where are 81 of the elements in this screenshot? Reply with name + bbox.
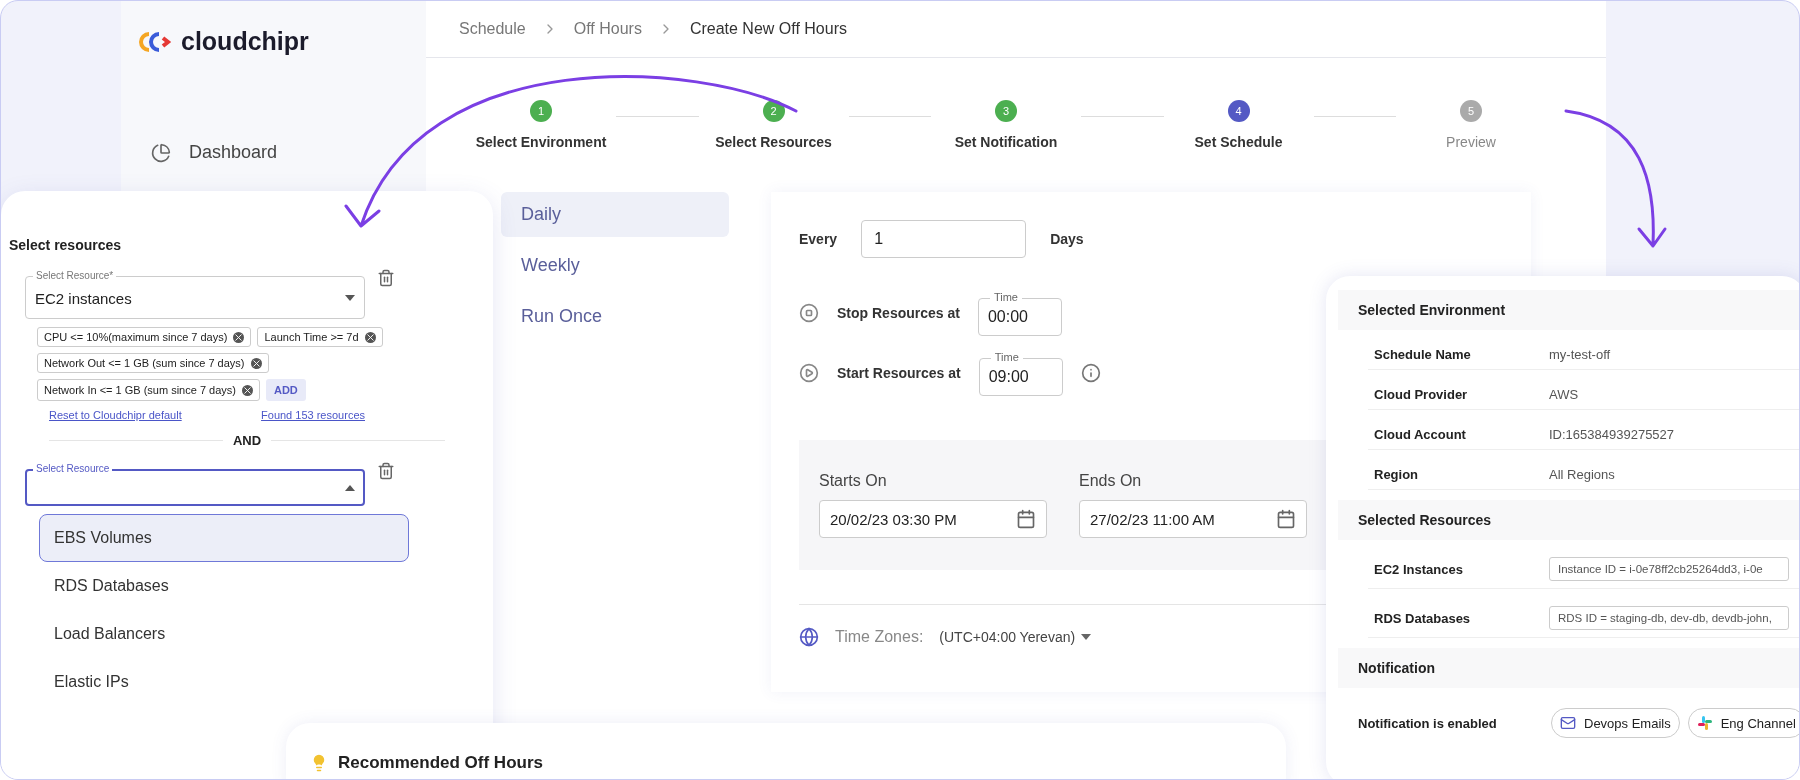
dropdown-option[interactable]: Elastic IPs — [39, 658, 409, 706]
row-value: my-test-off — [1549, 347, 1611, 362]
step-label: Select Resources — [715, 134, 832, 150]
field-label: Every — [799, 231, 838, 247]
caret-icon — [1081, 634, 1092, 640]
logo-icon — [139, 29, 173, 54]
remove-icon[interactable] — [364, 331, 376, 343]
action-label: Start Resources at — [837, 365, 961, 381]
date-field[interactable]: 20/02/23 03:30 PM — [819, 500, 1047, 538]
row-label: RDS Databases — [1374, 610, 1472, 626]
row-label: Cloud Provider — [1374, 387, 1469, 402]
schedule-tab[interactable]: Run Once — [501, 294, 729, 339]
step-label: Preview — [1446, 134, 1496, 150]
input-field[interactable]: 1 — [861, 220, 1027, 258]
row-label: Region — [1374, 467, 1420, 482]
section-title: Selected Environment — [1338, 290, 1799, 330]
card-title: Recommended Off Hours — [338, 753, 543, 773]
play-icon — [799, 363, 819, 383]
unit-label: Days — [1050, 231, 1084, 247]
section-title: Notification — [1338, 648, 1799, 688]
resource-select[interactable]: Select Resource* EC2 instances — [25, 269, 365, 319]
add-button[interactable]: ADD — [265, 379, 306, 401]
step-number: 1 — [530, 100, 552, 122]
dropdown-option[interactable]: EBS Volumes — [39, 514, 409, 562]
date-label: Starts On — [819, 472, 888, 490]
trash-icon — [377, 462, 395, 480]
step-number: 4 — [1227, 100, 1250, 122]
time-zone-label: Time Zones: — [835, 628, 924, 646]
row-label: Cloud Account — [1374, 427, 1467, 442]
caret-icon — [345, 295, 355, 301]
schedule-tab[interactable]: Daily — [501, 192, 729, 237]
row-value: ID:165384939275527 — [1549, 427, 1675, 442]
breadcrumb-item[interactable]: Schedule — [459, 20, 526, 38]
remove-icon[interactable] — [233, 331, 245, 343]
notification-status: Notification is enabled — [1358, 715, 1498, 731]
step-label: Set Schedule — [1194, 134, 1283, 150]
schedule-tab[interactable]: Weekly — [501, 243, 729, 288]
step-number: 5 — [1460, 100, 1482, 122]
breadcrumb-item[interactable]: Off Hours — [573, 20, 642, 38]
time-zone-select[interactable]: (UTC+04:00 Yerevan) — [939, 629, 1092, 645]
and-separator: AND — [232, 433, 262, 448]
step-label: Select Environment — [475, 134, 607, 150]
step-number: 2 — [762, 100, 785, 122]
step-number: 3 — [995, 100, 1017, 122]
value-field: Instance ID = i-0e78ff2cb25264dd3, i-0e — [1549, 557, 1789, 581]
date-label: Ends On — [1079, 472, 1143, 490]
value-field: RDS ID = staging-db, dev-db, devdb-john, — [1549, 606, 1789, 630]
card-title: Select resources — [9, 237, 123, 253]
resource-select[interactable]: Select Resource — [25, 462, 365, 506]
dropdown-option[interactable]: RDS Databases — [39, 562, 409, 610]
time-field[interactable]: Time 00:00 — [977, 290, 1062, 336]
hash-icon — [1696, 715, 1713, 731]
dropdown-option[interactable]: Load Balancers — [39, 610, 409, 658]
filter-chip[interactable]: Network In <= 1 GB (sum since 7 days) — [37, 379, 260, 401]
remove-icon[interactable] — [241, 384, 253, 396]
section-title: Selected Resources — [1338, 500, 1799, 540]
reset-link[interactable]: Reset to Cloudchipr default — [49, 409, 182, 421]
pie-chart-icon — [151, 142, 171, 163]
found-resources-link[interactable]: Found 153 resources — [261, 409, 365, 421]
calendar-icon — [1016, 509, 1036, 529]
logo-text: cloudchipr — [181, 27, 309, 56]
row-label: Schedule Name — [1374, 347, 1472, 362]
remove-icon[interactable] — [250, 357, 262, 369]
action-label: Stop Resources at — [837, 305, 960, 321]
filter-chip[interactable]: Network Out <= 1 GB (sum since 7 days) — [37, 353, 269, 373]
globe-icon — [799, 627, 819, 647]
time-field[interactable]: Time 09:00 — [978, 350, 1063, 396]
row-value: All Regions — [1549, 467, 1615, 482]
stop-icon — [799, 303, 819, 323]
calendar-icon — [1276, 509, 1296, 529]
step-label: Set Notification — [954, 134, 1058, 150]
caret-icon — [345, 485, 355, 491]
trash-icon — [377, 269, 395, 287]
mail-icon — [1560, 715, 1576, 731]
filter-chip[interactable]: Launch Time >= 7d — [257, 327, 383, 347]
row-label: EC2 Instances — [1374, 561, 1464, 577]
breadcrumb-item: Create New Off Hours — [689, 20, 847, 38]
row-value: AWS — [1549, 387, 1579, 402]
date-field[interactable]: 27/02/23 11:00 AM — [1079, 500, 1307, 538]
sidebar-item[interactable]: Dashboard — [139, 134, 408, 171]
filter-chip[interactable]: CPU <= 10%(maximum since 7 days) — [37, 327, 252, 347]
